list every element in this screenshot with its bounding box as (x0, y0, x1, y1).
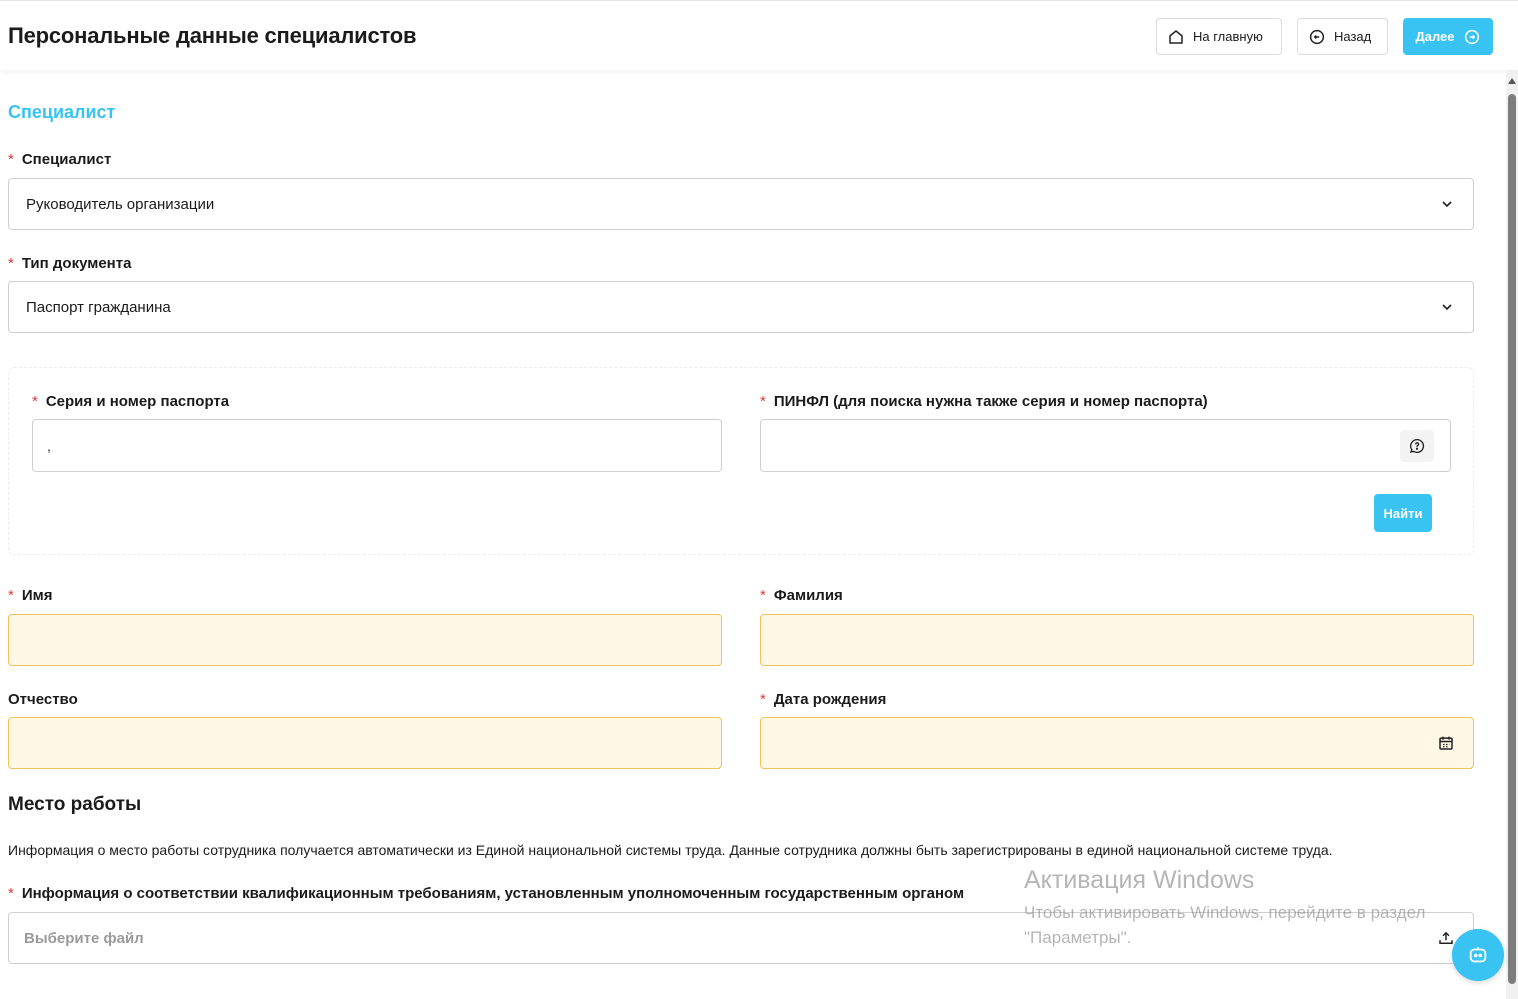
workplace-info-text: Информация о место работы сотрудника пол… (8, 842, 1333, 858)
doc-type-select-value: Паспорт гражданина (26, 298, 171, 316)
home-icon (1169, 29, 1183, 44)
chevron-down-icon (1442, 201, 1452, 208)
chat-bot-button[interactable] (1452, 929, 1504, 981)
page-scrollbar[interactable] (1506, 70, 1518, 999)
patronymic-label: Отчество (8, 691, 78, 708)
required-marker: * (8, 885, 14, 902)
last-name-label: * Фамилия (760, 587, 843, 604)
back-button[interactable]: Назад (1297, 18, 1388, 55)
birth-date-label: * Дата рождения (760, 691, 887, 708)
chevron-down-icon (1442, 304, 1452, 311)
scroll-thumb[interactable] (1508, 94, 1516, 984)
passport-input[interactable]: , (32, 419, 722, 472)
pinfl-input[interactable] (760, 419, 1451, 472)
next-button-label: Далее (1415, 29, 1455, 44)
doc-type-select[interactable]: Паспорт гражданина (8, 281, 1474, 333)
page-header: Персональные данные специалистов На глав… (0, 0, 1518, 70)
page-title: Персональные данные специалистов (8, 23, 417, 48)
required-marker: * (760, 393, 766, 410)
patronymic-input[interactable] (8, 717, 722, 769)
passport-input-value: , (47, 437, 51, 454)
file-input-placeholder: Выберите файл (24, 929, 144, 947)
required-marker: * (8, 587, 14, 604)
birth-date-input[interactable] (760, 717, 1474, 769)
section-title: Специалист (8, 102, 116, 122)
required-marker: * (760, 691, 766, 708)
first-name-input[interactable] (8, 614, 722, 666)
find-button[interactable]: Найти (1374, 494, 1432, 532)
qualification-label: * Информация о соответствии квалификацион… (8, 885, 965, 902)
back-button-label: Назад (1334, 29, 1372, 44)
scroll-up-arrow-icon[interactable] (1508, 78, 1516, 84)
required-marker: * (760, 587, 766, 604)
required-marker: * (32, 393, 38, 410)
required-marker: * (8, 151, 14, 168)
specialist-select[interactable]: Руководитель организации (8, 178, 1474, 230)
home-button[interactable]: На главную (1156, 18, 1282, 55)
question-chat-icon (1410, 438, 1425, 454)
pinfl-label: * ПИНФЛ (для поиска нужна также серия и н… (760, 393, 1208, 410)
passport-label: * Серия и номер паспорта (32, 393, 230, 410)
back-circle-icon (1309, 29, 1325, 44)
specialist-select-value: Руководитель организации (26, 195, 215, 213)
pinfl-help-button[interactable] (1400, 430, 1434, 462)
forward-circle-icon (1464, 29, 1479, 44)
workplace-title: Место работы (8, 794, 142, 815)
windows-activation-watermark-text: Чтобы активировать Windows, перейдите в … (1024, 903, 1426, 947)
home-button-label: На главную (1193, 29, 1263, 44)
last-name-input[interactable] (760, 614, 1474, 666)
next-button[interactable]: Далее (1403, 18, 1493, 55)
first-name-label: * Имя (8, 587, 53, 604)
calendar-icon[interactable] (1437, 734, 1455, 752)
chat-bot-icon (1469, 947, 1487, 963)
doc-type-label: * Тип документа (8, 255, 132, 272)
specialist-label: * Специалист (8, 151, 112, 168)
required-marker: * (8, 255, 14, 272)
windows-activation-watermark-title: Активация Windows (1024, 866, 1255, 894)
